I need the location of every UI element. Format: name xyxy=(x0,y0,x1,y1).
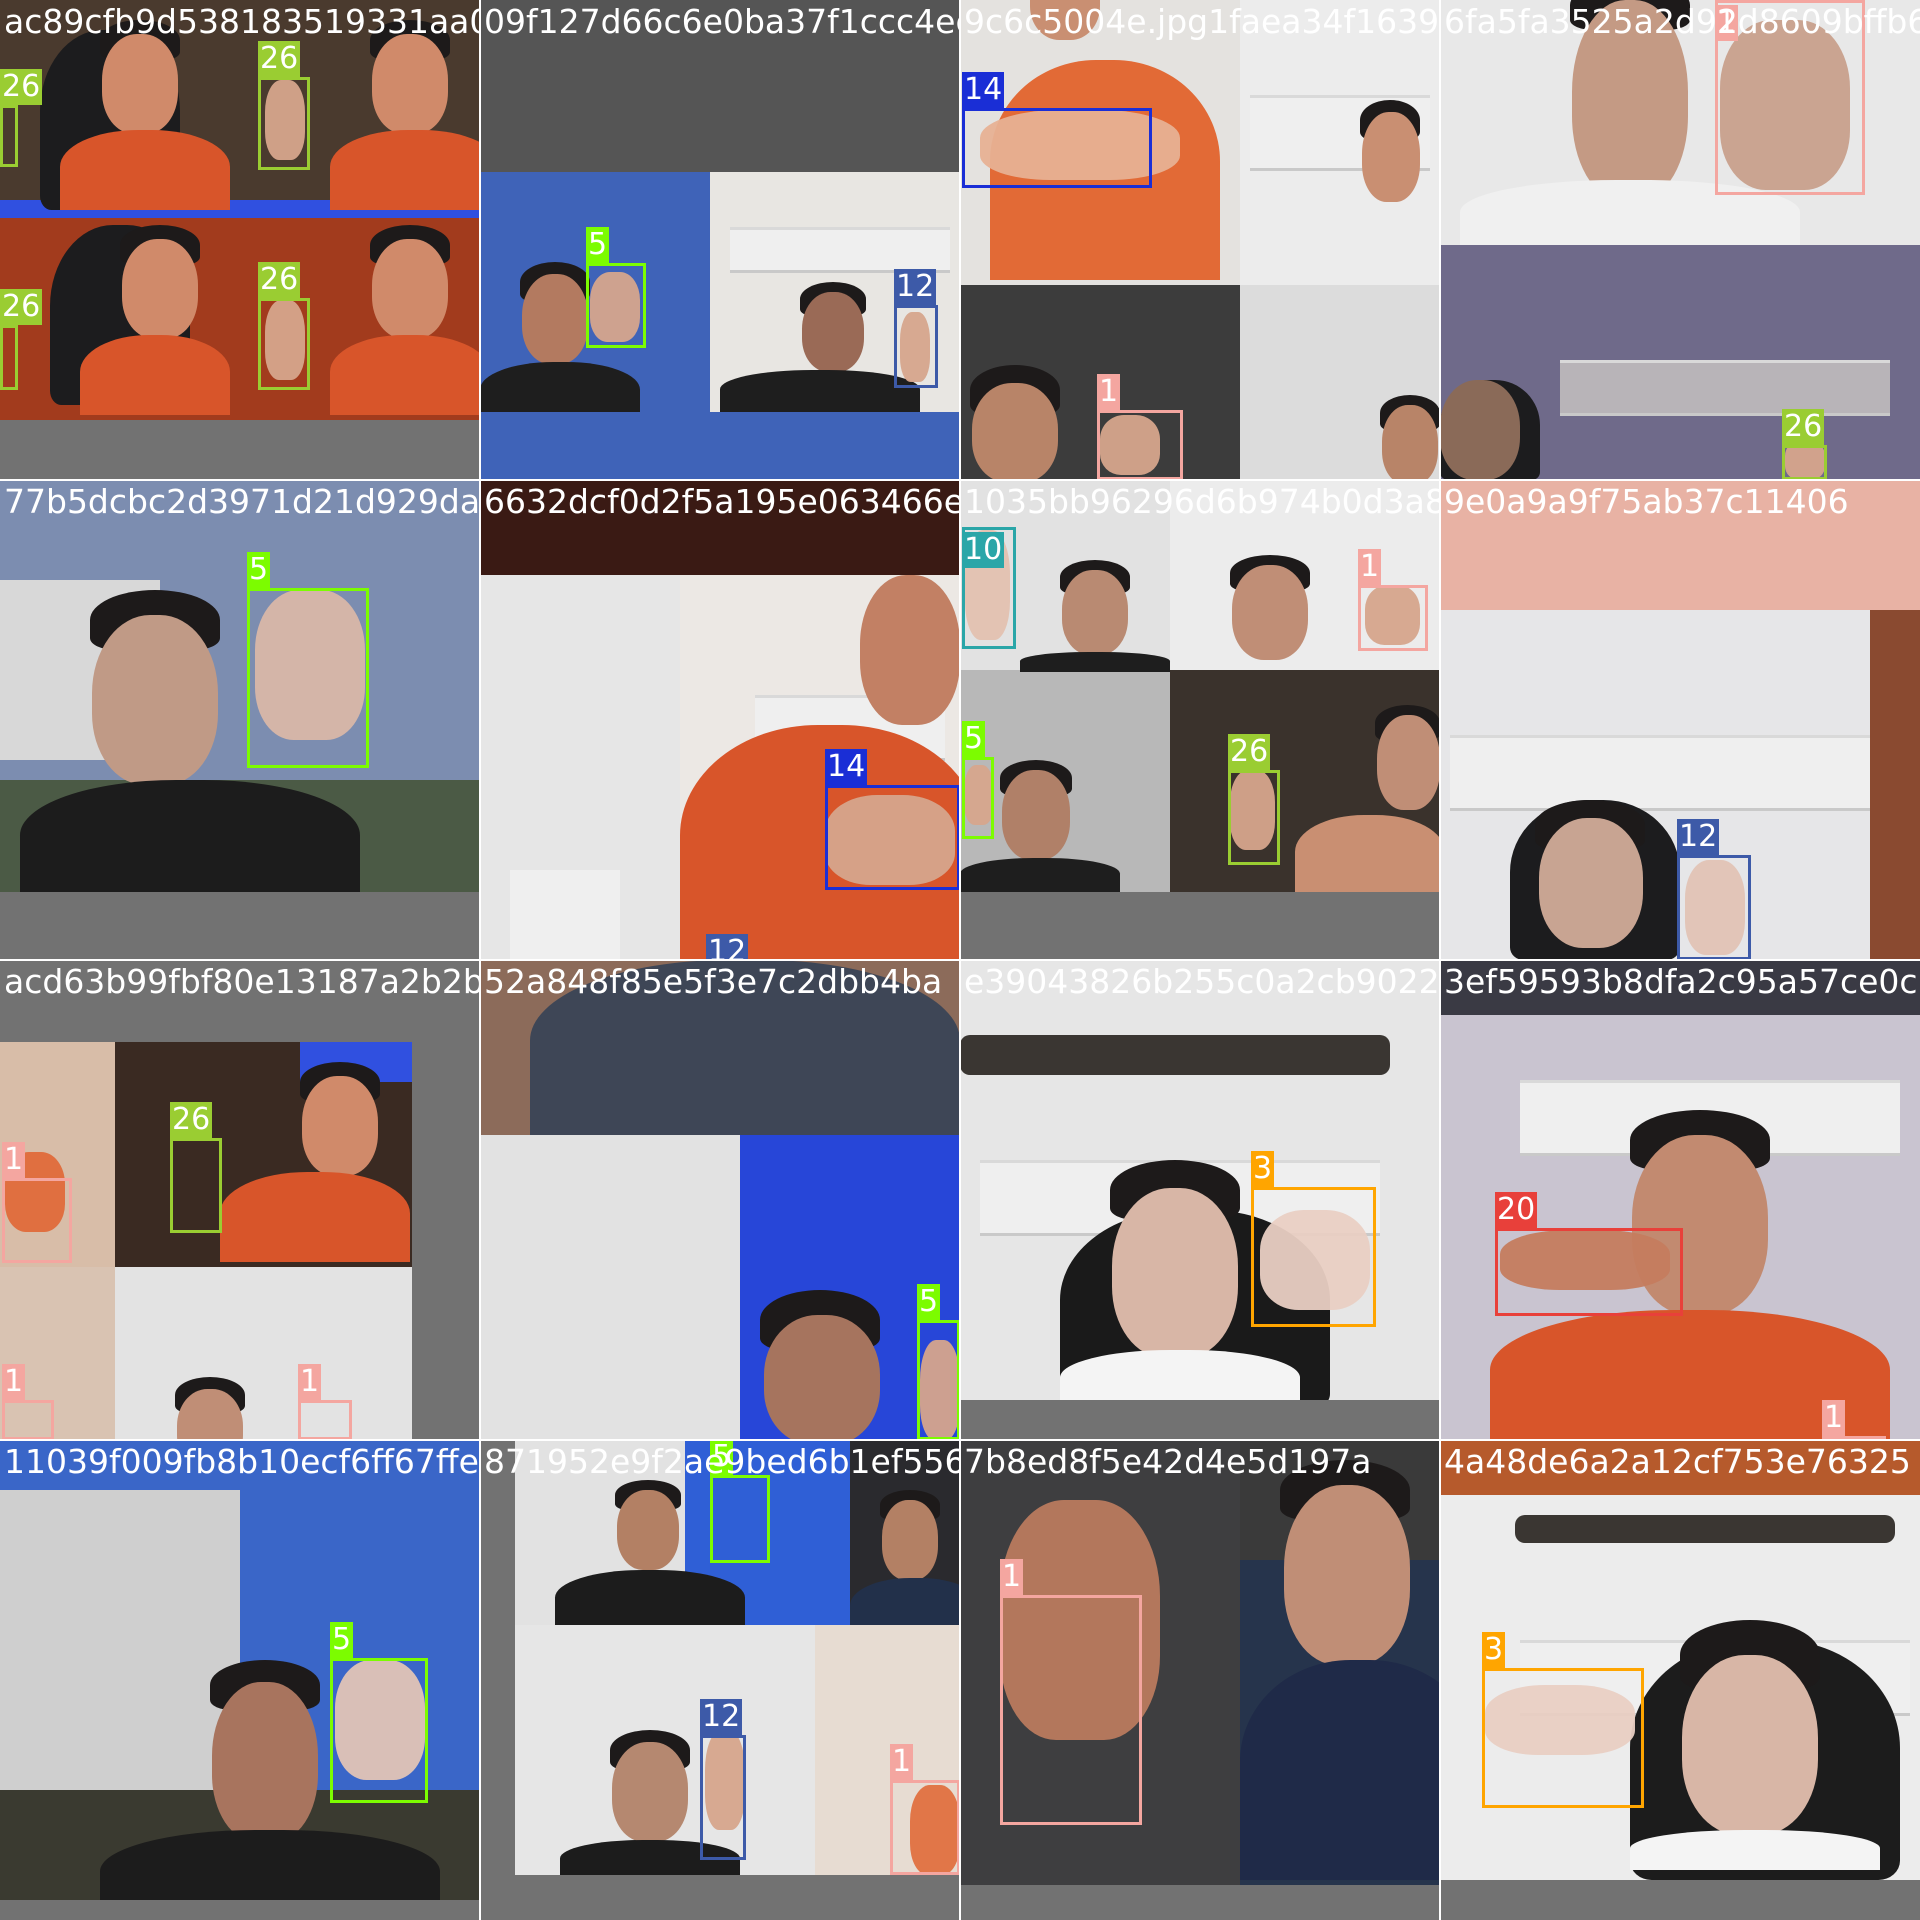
detection-box: 5 xyxy=(710,1440,770,1563)
image-filename: 11039f009fb8b10ecf6ff67ffe8 xyxy=(4,1442,480,1481)
detection-box: 26 xyxy=(258,41,310,170)
mosaic-cell: 1 7b8ed8f5e42d4e5d197a xyxy=(960,1440,1440,1920)
detection-label: 5 xyxy=(330,1622,354,1658)
image-filename: 6fa5fa3525a2d92d8609bffb6 xyxy=(1444,2,1920,41)
detection-box: 3 xyxy=(1251,1151,1376,1327)
detection-box: 1 xyxy=(2,1142,72,1263)
detection-label: 5 xyxy=(962,721,986,757)
detection-box: 12 xyxy=(700,1699,746,1860)
detection-box: 26 xyxy=(0,289,43,390)
detection-box: 26 xyxy=(1782,409,1827,480)
image-filename: 77b5dcbc2d3971d21d929da xyxy=(4,482,480,521)
mosaic-cell: 1 26 6fa5fa3525a2d92d8609bffb6 xyxy=(1440,0,1920,480)
mosaic-cell: 5 12 1 871952e9f2ae9bed6b1ef5567 xyxy=(480,1440,960,1920)
detection-label: 26 xyxy=(258,262,301,298)
detection-label: 1 xyxy=(1097,374,1121,410)
mosaic-cell: 3 4a48de6a2a12cf753e76325 xyxy=(1440,1440,1920,1920)
detection-label: 12 xyxy=(700,1699,743,1735)
image-filename: 52a848f85e5f3e7c2dbb4ba xyxy=(484,962,943,1001)
detection-box: 12 xyxy=(894,269,938,388)
image-filename: 9c6c5004e.jpg1faea34f1639736f25f365f5ae xyxy=(964,2,1440,41)
detection-label: 1 xyxy=(2,1142,26,1178)
mosaic-cell: 14 1 9c6c5004e.jpg1faea34f1639736f25f365… xyxy=(960,0,1440,480)
detection-label: 12 xyxy=(894,269,937,305)
detection-box: 12 xyxy=(1677,819,1751,960)
image-filename: 871952e9f2ae9bed6b1ef5567 xyxy=(484,1442,960,1481)
grid-separator xyxy=(0,1439,1920,1441)
detection-label: 26 xyxy=(0,289,43,325)
detection-label: 14 xyxy=(962,72,1005,108)
detection-box: 3 xyxy=(1482,1632,1644,1808)
detection-label: 10 xyxy=(962,532,1005,568)
detection-box: 1 xyxy=(1358,549,1428,651)
detection-label: 20 xyxy=(1495,1192,1538,1228)
detection-box: 5 xyxy=(330,1622,428,1803)
detection-box: 1 xyxy=(890,1744,960,1875)
detection-label: 26 xyxy=(1228,734,1271,770)
detection-mosaic: 26 26 26 26 ac89cfb9d538183519331aa09ffa… xyxy=(0,0,1920,1920)
detection-label: 3 xyxy=(1251,1151,1275,1187)
detection-box: 26 xyxy=(1228,734,1280,865)
mosaic-cell: 12 9e0a9a9f75ab37c11406 xyxy=(1440,480,1920,960)
detection-label: 1 xyxy=(2,1364,26,1400)
detection-box: 20 xyxy=(1495,1192,1683,1316)
detection-box: 26 xyxy=(258,262,310,390)
grid-separator xyxy=(0,479,1920,481)
detection-label: 1 xyxy=(1000,1559,1024,1595)
grid-separator xyxy=(0,959,1920,961)
mosaic-cell: 3 e39043826b255c0a2cb9022 xyxy=(960,960,1440,1440)
detection-box: 1 xyxy=(1000,1559,1142,1825)
mosaic-cell: 26 1 1 1 acd63b99fbf80e13187a2b2b xyxy=(0,960,480,1440)
image-filename: e39043826b255c0a2cb9022 xyxy=(964,962,1440,1001)
detection-label: 12 xyxy=(1677,819,1720,855)
detection-box: 1 xyxy=(1097,374,1183,480)
detection-box: 26 xyxy=(0,69,43,167)
detection-label: 12 xyxy=(706,934,749,960)
detection-label: 1 xyxy=(890,1744,914,1780)
detection-label: 26 xyxy=(0,69,43,105)
detection-box: 14 xyxy=(825,749,960,890)
detection-box: 5 xyxy=(247,552,369,768)
detection-label: 26 xyxy=(170,1102,213,1138)
mosaic-cell: 5 52a848f85e5f3e7c2dbb4ba xyxy=(480,960,960,1440)
detection-label: 5 xyxy=(586,227,610,263)
detection-label: 26 xyxy=(1782,409,1825,445)
mosaic-cell: 5 12 09f127d66c6e0ba37f1ccc4ec46e9d8600d… xyxy=(480,0,960,480)
detection-label: 14 xyxy=(825,749,868,785)
mosaic-cell: 10 1 5 26 1035bb96296d6b974b0d3a8.jpg xyxy=(960,480,1440,960)
mosaic-cell: 20 1 3ef59593b8dfa2c95a57ce0c xyxy=(1440,960,1920,1440)
image-filename: 6632dcf0d2f5a195e063466e xyxy=(484,482,960,521)
detection-box: 26 xyxy=(170,1102,222,1233)
detection-box: 5 xyxy=(962,721,994,839)
detection-label: 1 xyxy=(298,1364,322,1400)
image-filename: 09f127d66c6e0ba37f1ccc4ec46e9d8600dd4b.j… xyxy=(484,2,960,41)
detection-label: 1 xyxy=(1358,549,1382,585)
mosaic-cell: 5 11039f009fb8b10ecf6ff67ffe8 xyxy=(0,1440,480,1920)
mosaic-cell: 5 77b5dcbc2d3971d21d929da xyxy=(0,480,480,960)
image-filename: acd63b99fbf80e13187a2b2b xyxy=(4,962,480,1001)
detection-box: 14 xyxy=(962,72,1152,188)
detection-label: 5 xyxy=(917,1284,941,1320)
detection-box: 5 xyxy=(586,227,646,348)
detection-box: 1 xyxy=(2,1364,54,1440)
detection-box: 5 xyxy=(917,1284,960,1440)
detection-label: 26 xyxy=(258,41,301,77)
image-filename: ac89cfb9d538183519331aa09ffa7d1d6686eaa3… xyxy=(4,2,480,41)
detection-label: 1 xyxy=(1822,1400,1846,1436)
image-filename: 1035bb96296d6b974b0d3a8.jpg xyxy=(964,482,1440,521)
image-filename: 3ef59593b8dfa2c95a57ce0c xyxy=(1444,962,1918,1001)
detection-label: 3 xyxy=(1482,1632,1506,1668)
detection-box: 10 xyxy=(962,527,1016,649)
image-filename: 9e0a9a9f75ab37c11406 xyxy=(1444,482,1849,521)
detection-label: 5 xyxy=(247,552,271,588)
mosaic-cell: 26 26 26 26 ac89cfb9d538183519331aa09ffa… xyxy=(0,0,480,480)
image-filename: 4a48de6a2a12cf753e76325 xyxy=(1444,1442,1911,1481)
image-filename: 7b8ed8f5e42d4e5d197a xyxy=(964,1442,1372,1481)
mosaic-cell: 12 14 6632dcf0d2f5a195e063466e xyxy=(480,480,960,960)
detection-box: 1 xyxy=(298,1364,352,1440)
